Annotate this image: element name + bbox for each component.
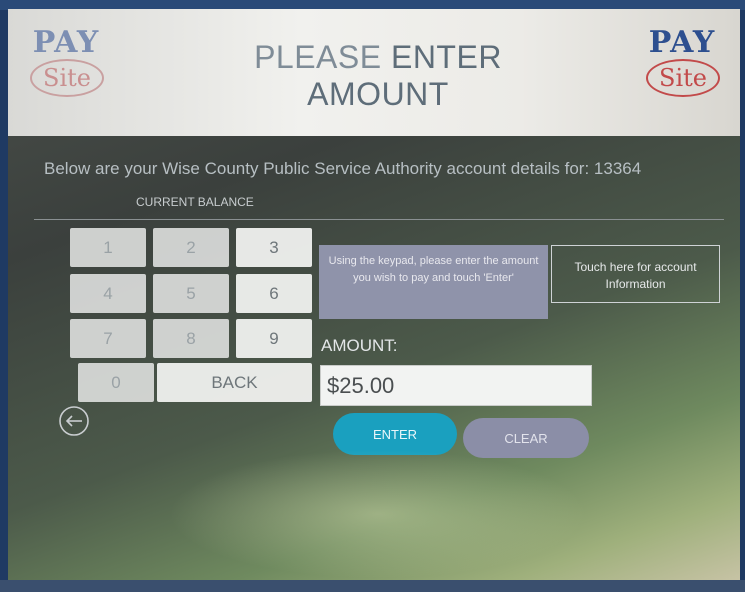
arrow-left-circle-icon[interactable] (58, 405, 90, 437)
kiosk-bezel-bottom (0, 580, 745, 592)
screen-glare (168, 449, 588, 579)
logo-pay-text: PAY (648, 25, 716, 60)
current-balance-label: CURRENT BALANCE (136, 195, 254, 209)
amount-field[interactable]: $25.00 (320, 365, 592, 406)
paysite-logo-left: PAY Site (22, 25, 110, 97)
keypad-key-1[interactable]: 1 (70, 228, 146, 267)
keypad-key-0[interactable]: 0 (78, 363, 154, 402)
paysite-logo-right: PAY Site (638, 25, 726, 97)
keypad-key-9[interactable]: 9 (236, 319, 312, 358)
header-bar: PAY Site PLEASE ENTER AMOUNT PAY Site (8, 9, 740, 136)
keypad-key-5[interactable]: 5 (153, 274, 229, 313)
keypad-key-6[interactable]: 6 (236, 274, 312, 313)
amount-label: AMOUNT: (321, 336, 398, 355)
page-title-part1: PLEASE (254, 39, 391, 75)
logo-pay-text: PAY (32, 25, 100, 60)
keypad-key-8[interactable]: 8 (153, 319, 229, 358)
account-info-button[interactable]: Touch here for account Information (551, 245, 720, 303)
keypad-key-2[interactable]: 2 (153, 228, 229, 267)
logo-site-text: Site (646, 59, 720, 97)
divider (34, 219, 724, 220)
keypad-instructions: Using the keypad, please enter the amoun… (319, 245, 548, 319)
keypad-key-3[interactable]: 3 (236, 228, 312, 267)
keypad-back-button[interactable]: BACK (157, 363, 312, 402)
kiosk-screen: PAY Site PLEASE ENTER AMOUNT PAY Site Be… (8, 9, 740, 581)
logo-site-text: Site (30, 59, 104, 97)
keypad-key-4[interactable]: 4 (70, 274, 146, 313)
keypad-key-7[interactable]: 7 (70, 319, 146, 358)
account-details-line: Below are your Wise County Public Servic… (44, 159, 642, 178)
page-title: PLEASE ENTER AMOUNT (198, 39, 558, 113)
